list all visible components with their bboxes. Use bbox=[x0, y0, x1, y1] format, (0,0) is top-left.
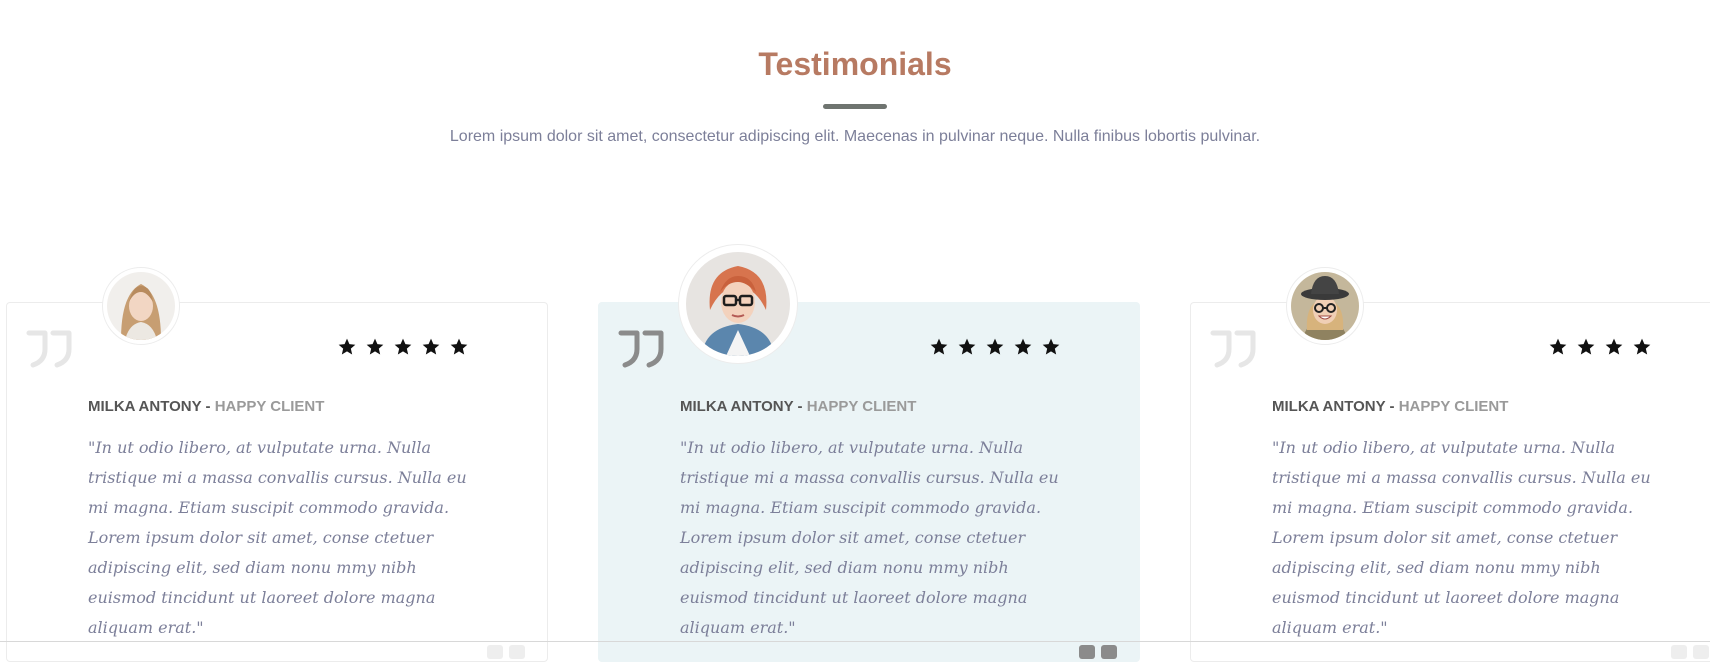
client-name: MILKA ANTONY bbox=[680, 398, 794, 415]
quote-mark-icon bbox=[618, 330, 664, 368]
woman-redhead-glasses-avatar-icon bbox=[686, 252, 790, 356]
quote-mark-icon bbox=[1210, 330, 1256, 368]
client-separator: - bbox=[1385, 398, 1399, 415]
client-name: MILKA ANTONY bbox=[1272, 398, 1386, 415]
star-icon bbox=[930, 338, 948, 355]
star-icon bbox=[1549, 338, 1567, 355]
client-separator: - bbox=[201, 398, 215, 415]
client-line: MILKA ANTONY - HAPPY CLIENT bbox=[1272, 398, 1508, 415]
star-icon bbox=[394, 338, 412, 355]
rating-stars bbox=[337, 337, 469, 357]
testimonial-card: MILKA ANTONY - HAPPY CLIENT "In ut odio … bbox=[1190, 267, 1710, 662]
rating-stars bbox=[929, 337, 1061, 357]
client-avatar bbox=[678, 244, 798, 364]
star-icon bbox=[1633, 338, 1651, 355]
star-icon bbox=[422, 338, 440, 355]
client-role: HAPPY CLIENT bbox=[806, 398, 917, 415]
star-icon bbox=[450, 338, 468, 355]
client-avatar bbox=[1286, 267, 1364, 345]
quote-mark-icon bbox=[487, 645, 525, 659]
client-line: MILKA ANTONY - HAPPY CLIENT bbox=[88, 398, 324, 415]
testimonial-quote: "In ut odio libero, at vulputate urna. N… bbox=[1272, 438, 1651, 637]
section-subtitle: Lorem ipsum dolor sit amet, consectetur … bbox=[449, 128, 1261, 145]
section-title: Testimonials bbox=[758, 46, 952, 82]
star-icon bbox=[1577, 338, 1595, 355]
client-separator: - bbox=[793, 398, 807, 415]
testimonial-card-featured: MILKA ANTONY - HAPPY CLIENT "In ut odio … bbox=[598, 244, 1140, 662]
client-line: MILKA ANTONY - HAPPY CLIENT bbox=[680, 398, 916, 415]
quote-mark-icon bbox=[1079, 645, 1117, 659]
star-icon bbox=[986, 338, 1004, 355]
woman-blonde-avatar-icon bbox=[107, 272, 175, 340]
star-icon bbox=[338, 338, 356, 355]
star-icon bbox=[366, 338, 384, 355]
title-divider bbox=[823, 104, 887, 109]
testimonial-quote: "In ut odio libero, at vulputate urna. N… bbox=[88, 438, 467, 637]
client-role: HAPPY CLIENT bbox=[1398, 398, 1509, 415]
client-name: MILKA ANTONY bbox=[88, 398, 202, 415]
quote-mark-icon bbox=[1671, 645, 1709, 659]
rating-stars bbox=[1548, 337, 1652, 357]
star-icon bbox=[1014, 338, 1032, 355]
star-icon bbox=[1042, 338, 1060, 355]
quote-mark-icon bbox=[26, 330, 72, 368]
testimonial-card: MILKA ANTONY - HAPPY CLIENT "In ut odio … bbox=[6, 267, 548, 662]
star-icon bbox=[958, 338, 976, 355]
client-avatar bbox=[102, 267, 180, 345]
woman-hat-glasses-avatar-icon bbox=[1291, 272, 1359, 340]
testimonial-quote: "In ut odio libero, at vulputate urna. N… bbox=[680, 438, 1059, 637]
client-role: HAPPY CLIENT bbox=[214, 398, 325, 415]
star-icon bbox=[1605, 338, 1623, 355]
